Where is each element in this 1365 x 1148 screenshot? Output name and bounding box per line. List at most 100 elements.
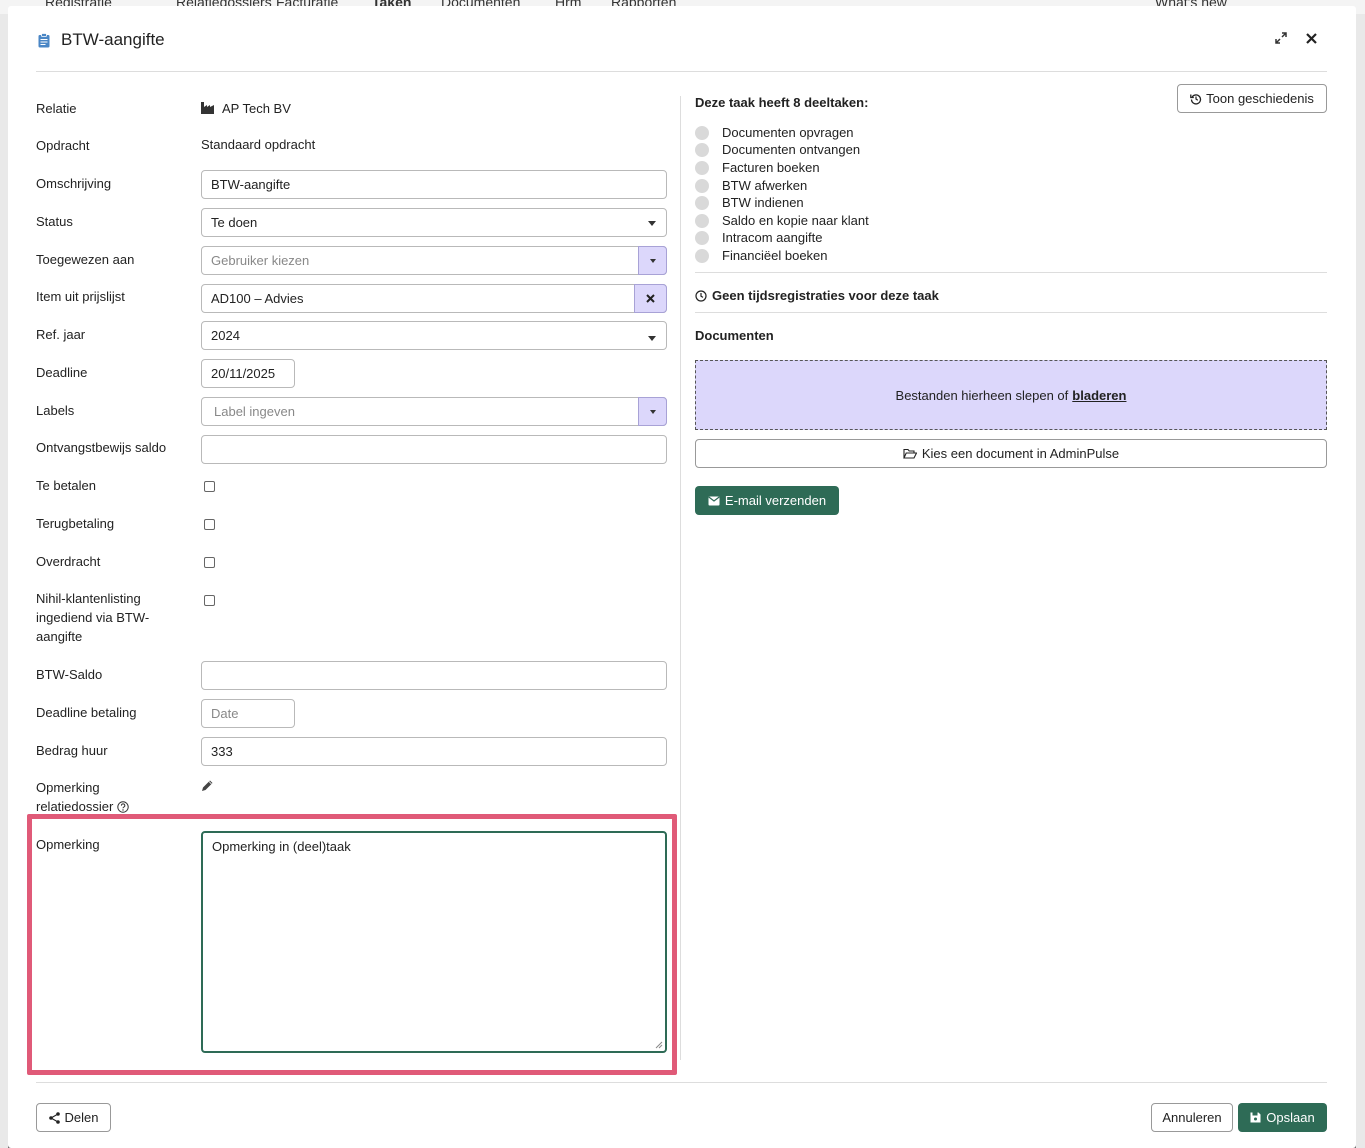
toegewezen-placeholder: Gebruiker kiezen <box>211 253 310 268</box>
history-icon <box>1190 93 1202 105</box>
opmerking-textarea[interactable]: Opmerking in (deel)taak <box>201 831 667 1053</box>
toegewezen-select[interactable]: Gebruiker kiezen <box>201 246 667 275</box>
subtask-item[interactable]: Documenten opvragen <box>695 124 854 141</box>
te-betalen-checkbox[interactable] <box>204 481 215 492</box>
subtask-item[interactable]: Saldo en kopie naar klant <box>695 212 869 229</box>
floppy-disk-icon <box>1250 1112 1261 1123</box>
browse-link[interactable]: bladeren <box>1072 388 1126 403</box>
subtask-label: BTW afwerken <box>722 178 808 193</box>
question-circle-icon[interactable] <box>117 800 130 813</box>
label-line: Nihil-klantenlisting <box>36 591 141 606</box>
opdracht-value: Standaard opdracht <box>201 137 316 152</box>
close-icon <box>646 294 655 303</box>
save-button[interactable]: Opslaan <box>1238 1103 1327 1132</box>
subtask-item[interactable]: Financiëel boeken <box>695 247 828 264</box>
label-refjaar: Ref. jaar <box>36 327 86 342</box>
factory-icon <box>201 102 214 114</box>
status-dot <box>695 142 709 157</box>
label-deadline: Deadline <box>36 365 88 380</box>
omschrijving-input[interactable]: BTW-aangifte <box>201 170 667 199</box>
label-toegewezen: Toegewezen aan <box>36 252 135 267</box>
status-dot <box>695 195 709 210</box>
item-value: AD100 – Advies <box>211 291 304 306</box>
history-button[interactable]: Toon geschiedenis <box>1177 84 1327 113</box>
status-value: Te doen <box>211 215 258 230</box>
deadline-betaling-input[interactable]: Date <box>201 699 295 728</box>
divider <box>695 272 1327 273</box>
label-line: aangifte <box>36 629 83 644</box>
status-dot <box>695 125 709 140</box>
modal-header: BTW-aangifte <box>36 6 1327 72</box>
save-label: Opslaan <box>1266 1110 1315 1125</box>
terugbetaling-checkbox[interactable] <box>204 519 215 530</box>
label-nihil: Nihil-klantenlisting ingediend via BTW- … <box>36 589 149 646</box>
documents-title: Documenten <box>695 328 774 343</box>
subtask-label: Documenten ontvangen <box>722 142 861 157</box>
ontvangstbewijs-input[interactable] <box>201 435 667 464</box>
nihil-checkbox[interactable] <box>204 595 215 606</box>
dropzone-text: Bestanden hierheen slepen of <box>895 387 1069 403</box>
label-line: relatiedossier <box>36 799 114 814</box>
subtask-item[interactable]: BTW indienen <box>695 194 804 211</box>
footer-divider <box>36 1082 1327 1083</box>
status-dot <box>695 160 709 175</box>
status-select[interactable]: Te doen <box>201 208 667 237</box>
share-button[interactable]: Delen <box>36 1103 111 1132</box>
folder-open-icon <box>903 448 917 459</box>
deadline-input[interactable]: 20/11/2025 <box>201 359 295 388</box>
relatie-value[interactable]: AP Tech BV <box>222 101 291 116</box>
overdracht-checkbox[interactable] <box>204 557 215 568</box>
status-dot <box>695 213 709 228</box>
cancel-button[interactable]: Annuleren <box>1151 1103 1233 1132</box>
subtask-item[interactable]: Documenten ontvangen <box>695 141 860 158</box>
label-labels: Labels <box>36 403 75 418</box>
share-label: Delen <box>64 1110 99 1125</box>
refjaar-value: 2024 <box>211 328 240 343</box>
send-email-label: E-mail verzenden <box>724 493 827 508</box>
subtasks-title: Deze taak heeft 8 deeltaken: <box>695 95 869 110</box>
dropdown-toggle[interactable] <box>638 246 667 275</box>
clipboard-icon <box>38 33 50 48</box>
time-registrations: Geen tijdsregistraties voor deze taak <box>695 288 939 303</box>
status-dot <box>695 230 709 245</box>
pick-document-button[interactable]: Kies een document in AdminPulse <box>695 439 1327 468</box>
btw-saldo-input[interactable] <box>201 661 667 690</box>
opmerking-value: Opmerking in (deel)taak <box>212 839 351 854</box>
item-select[interactable]: AD100 – Advies <box>201 284 667 313</box>
close-icon[interactable] <box>1301 28 1321 48</box>
bedrag-huur-input[interactable]: 333 <box>201 737 667 766</box>
pencil-icon[interactable] <box>201 779 214 792</box>
column-divider <box>680 96 681 1060</box>
send-email-button[interactable]: E-mail verzenden <box>695 486 839 515</box>
clear-button[interactable] <box>634 284 667 313</box>
subtask-item[interactable]: Intracom aangifte <box>695 229 822 246</box>
background-panel-right <box>1356 14 1365 1148</box>
label-status: Status <box>36 214 73 229</box>
labels-input[interactable]: Label ingeven <box>201 397 667 426</box>
time-text: Geen tijdsregistraties voor deze taak <box>712 288 939 303</box>
modal-title: BTW-aangifte <box>61 30 165 49</box>
label-btw-saldo: BTW-Saldo <box>36 667 103 682</box>
label-opmerking: Opmerking <box>36 837 100 852</box>
envelope-icon <box>708 496 720 505</box>
label-relatie: Relatie <box>36 101 77 116</box>
divider <box>695 312 1327 313</box>
label-terugbetaling: Terugbetaling <box>36 516 115 531</box>
caret-down-icon <box>649 409 656 414</box>
resize-grip-icon[interactable] <box>655 1041 663 1049</box>
file-dropzone[interactable]: Bestanden hierheen slepen of bladeren <box>695 360 1327 430</box>
expand-icon[interactable] <box>1271 28 1291 48</box>
subtask-label: BTW indienen <box>722 195 804 210</box>
status-dot <box>695 178 709 193</box>
label-line: Opmerking <box>36 780 100 795</box>
subtask-label: Saldo en kopie naar klant <box>722 213 869 228</box>
history-button-label: Toon geschiedenis <box>1206 91 1314 106</box>
dropdown-toggle[interactable] <box>638 397 667 426</box>
label-deadline-betaling: Deadline betaling <box>36 705 137 720</box>
status-dot <box>695 248 709 263</box>
subtask-item[interactable]: BTW afwerken <box>695 177 807 194</box>
refjaar-select[interactable]: 2024 <box>201 321 667 350</box>
share-icon <box>48 1111 60 1124</box>
subtask-item[interactable]: Facturen boeken <box>695 159 820 176</box>
label-bedrag-huur: Bedrag huur <box>36 743 108 758</box>
